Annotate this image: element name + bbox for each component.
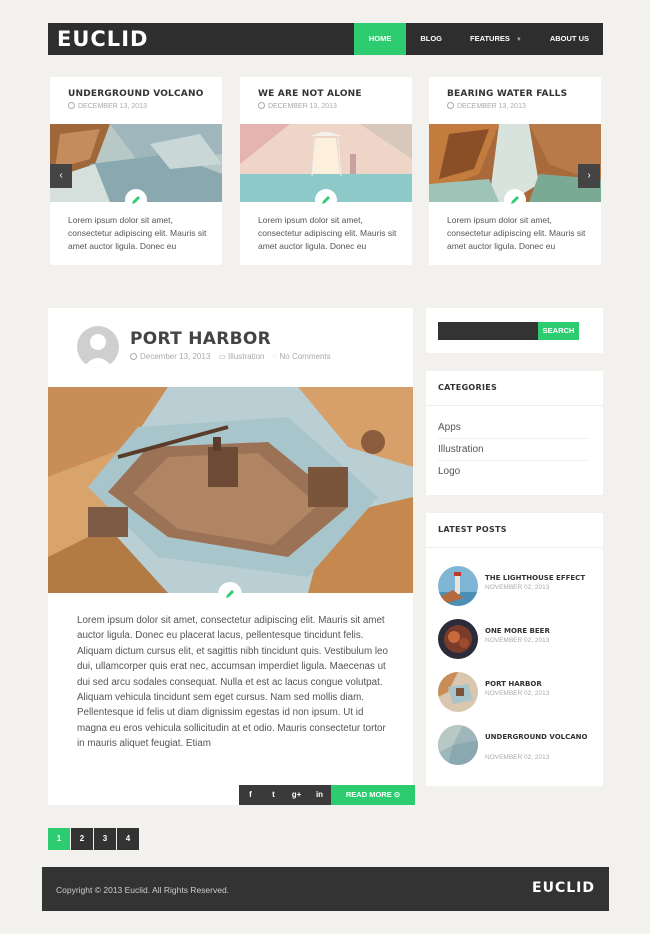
card-date-text: DECEMBER 13, 2013 xyxy=(457,103,526,110)
comment-icon: ◌ xyxy=(272,352,280,361)
post-comments[interactable]: ◌ No Comments xyxy=(273,352,331,361)
chevron-right-icon: › xyxy=(587,170,591,181)
page-4-button[interactable]: 4 xyxy=(117,828,139,850)
copyright-text: Copyright © 2013 Euclid. All Rights Rese… xyxy=(56,885,230,895)
page-2-button[interactable]: 2 xyxy=(71,828,93,850)
page-3-button[interactable]: 3 xyxy=(94,828,116,850)
divider xyxy=(438,438,588,439)
post-category[interactable]: ▭ Illustration xyxy=(218,352,264,361)
slider-card[interactable]: WE ARE NOT ALONE DECEMBER 13, 2013 Lorem… xyxy=(240,77,412,265)
nav-home[interactable]: HOME xyxy=(353,23,407,55)
pencil-icon xyxy=(125,189,147,211)
pencil-icon xyxy=(218,582,242,606)
site-footer: Copyright © 2013 Euclid. All Rights Rese… xyxy=(42,867,609,911)
slider-next-button[interactable]: › xyxy=(578,164,600,188)
card-title[interactable]: WE ARE NOT ALONE xyxy=(258,89,362,99)
site-logo[interactable]: EUCLID xyxy=(57,27,148,51)
post-thumbnail xyxy=(438,672,478,712)
post-body: Lorem ipsum dolor sit amet, consectetur … xyxy=(77,615,388,750)
main-nav: HOME BLOG FEATURES ▼ ABOUT US xyxy=(353,23,603,55)
page-1-button[interactable]: 1 xyxy=(48,828,70,850)
divider xyxy=(426,405,603,406)
footer-logo[interactable]: EUCLID xyxy=(532,880,595,896)
card-title[interactable]: UNDERGROUND VOLCANO xyxy=(68,89,204,99)
linkedin-icon[interactable]: in xyxy=(308,785,331,805)
post-title[interactable]: PORT HARBOR xyxy=(130,329,271,349)
clock-icon xyxy=(130,353,137,360)
categories-title: CATEGORIES xyxy=(438,383,498,392)
post-thumbnail xyxy=(438,725,478,765)
card-excerpt: Lorem ipsum dolor sit amet, consectetur … xyxy=(447,215,586,251)
clock-icon xyxy=(447,102,454,109)
chevron-left-icon: ‹ xyxy=(59,170,63,181)
latest-post-item[interactable]: PORT HARBOR NOVEMBER 02, 2013 xyxy=(438,672,598,714)
latest-post-item[interactable]: UNDERGROUND VOLCANO NOVEMBER 02, 2013 xyxy=(438,725,598,767)
site-header: EUCLID HOME BLOG FEATURES ▼ ABOUT US xyxy=(48,23,603,55)
categories-widget: CATEGORIES Apps Illustration Logo xyxy=(426,371,603,495)
pencil-icon xyxy=(315,189,337,211)
nav-features[interactable]: FEATURES ▼ xyxy=(456,23,536,55)
blog-post: PORT HARBOR December 13, 2013 ▭ Illustra… xyxy=(48,308,415,805)
post-thumbnail xyxy=(438,619,478,659)
post-comments-text: No Comments xyxy=(279,352,331,361)
twitter-icon[interactable]: t xyxy=(262,785,285,805)
category-link-illustration[interactable]: Illustration xyxy=(438,444,484,455)
pagination: 1 2 3 4 xyxy=(48,828,139,850)
search-button[interactable]: SEARCH xyxy=(538,322,579,340)
card-excerpt: Lorem ipsum dolor sit amet, consectetur … xyxy=(258,215,397,251)
post-date: December 13, 2013 xyxy=(130,352,210,361)
facebook-icon[interactable]: f xyxy=(239,785,262,805)
divider xyxy=(438,460,588,461)
arrow-circle-icon: ⊙ xyxy=(393,790,401,799)
nav-about-us[interactable]: ABOUT US xyxy=(536,23,603,55)
slider-card[interactable]: UNDERGROUND VOLCANO DECEMBER 13, 2013 Lo… xyxy=(50,77,222,265)
latest-post-date: NOVEMBER 02, 2013 xyxy=(485,754,550,761)
clock-icon xyxy=(68,102,75,109)
nav-features-label: FEATURES xyxy=(470,34,510,43)
latest-post-item[interactable]: ONE MORE BEER NOVEMBER 02, 2013 xyxy=(438,619,598,661)
clock-icon xyxy=(258,102,265,109)
latest-post-item[interactable]: THE LIGHTHOUSE EFFECT NOVEMBER 02, 2013 xyxy=(438,566,598,608)
latest-post-title: ONE MORE BEER xyxy=(485,627,550,635)
pencil-icon xyxy=(504,189,526,211)
category-link-logo[interactable]: Logo xyxy=(438,466,460,477)
card-date-text: DECEMBER 13, 2013 xyxy=(268,103,337,110)
latest-posts-title: LATEST POSTS xyxy=(438,525,507,534)
read-more-button[interactable]: READ MORE ⊙ xyxy=(331,785,415,805)
latest-post-date: NOVEMBER 02, 2013 xyxy=(485,690,550,697)
card-title[interactable]: BEARING WATER FALLS xyxy=(447,89,567,99)
search-input[interactable] xyxy=(438,322,538,340)
slider-prev-button[interactable]: ‹ xyxy=(50,164,72,188)
latest-posts-widget: LATEST POSTS THE LIGHTHOUSE EFFECT NOVEM… xyxy=(426,513,603,786)
latest-post-date: NOVEMBER 02, 2013 xyxy=(485,584,550,591)
nav-blog[interactable]: BLOG xyxy=(406,23,456,55)
google-plus-icon[interactable]: g+ xyxy=(285,785,308,805)
latest-post-date: NOVEMBER 02, 2013 xyxy=(485,637,550,644)
post-meta: December 13, 2013 ▭ Illustration ◌ No Co… xyxy=(130,352,331,361)
search-widget: SEARCH xyxy=(426,308,603,353)
card-date: DECEMBER 13, 2013 xyxy=(258,102,337,110)
card-date: DECEMBER 13, 2013 xyxy=(68,102,147,110)
read-more-label: READ MORE xyxy=(345,790,392,799)
divider xyxy=(426,547,603,548)
folder-icon: ▭ xyxy=(218,352,229,361)
latest-post-title: THE LIGHTHOUSE EFFECT xyxy=(485,574,586,582)
post-date-text: December 13, 2013 xyxy=(140,352,211,361)
latest-post-title: UNDERGROUND VOLCANO xyxy=(485,733,588,741)
author-avatar xyxy=(77,326,119,368)
post-thumbnail xyxy=(438,566,478,606)
chevron-down-icon: ▼ xyxy=(515,37,522,43)
latest-post-title: PORT HARBOR xyxy=(485,680,542,688)
slider-card[interactable]: BEARING WATER FALLS DECEMBER 13, 2013 Lo… xyxy=(429,77,601,265)
post-featured-image[interactable] xyxy=(48,387,413,593)
card-excerpt: Lorem ipsum dolor sit amet, consectetur … xyxy=(68,215,207,251)
share-bar: f t g+ in READ MORE ⊙ xyxy=(239,785,415,805)
post-category-text: Illustration xyxy=(228,352,265,361)
card-date: DECEMBER 13, 2013 xyxy=(447,102,526,110)
card-date-text: DECEMBER 13, 2013 xyxy=(78,103,147,110)
category-link-apps[interactable]: Apps xyxy=(438,422,461,433)
